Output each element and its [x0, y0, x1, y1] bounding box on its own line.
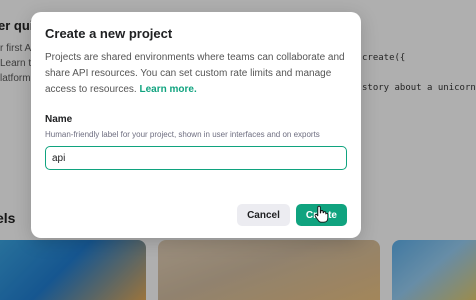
name-hint: Human-friendly label for your project, s…	[45, 130, 320, 139]
create-project-dialog: Create a new project Projects are shared…	[31, 12, 361, 238]
project-name-input[interactable]	[45, 146, 347, 170]
hand-pointer-icon	[314, 205, 328, 223]
name-label: Name	[45, 114, 73, 125]
dialog-title: Create a new project	[45, 26, 173, 41]
learn-more-link[interactable]: Learn more.	[140, 84, 197, 95]
dialog-actions: Cancel Create	[237, 204, 347, 226]
dialog-description: Projects are shared environments where t…	[45, 50, 347, 98]
cancel-button[interactable]: Cancel	[237, 204, 290, 226]
